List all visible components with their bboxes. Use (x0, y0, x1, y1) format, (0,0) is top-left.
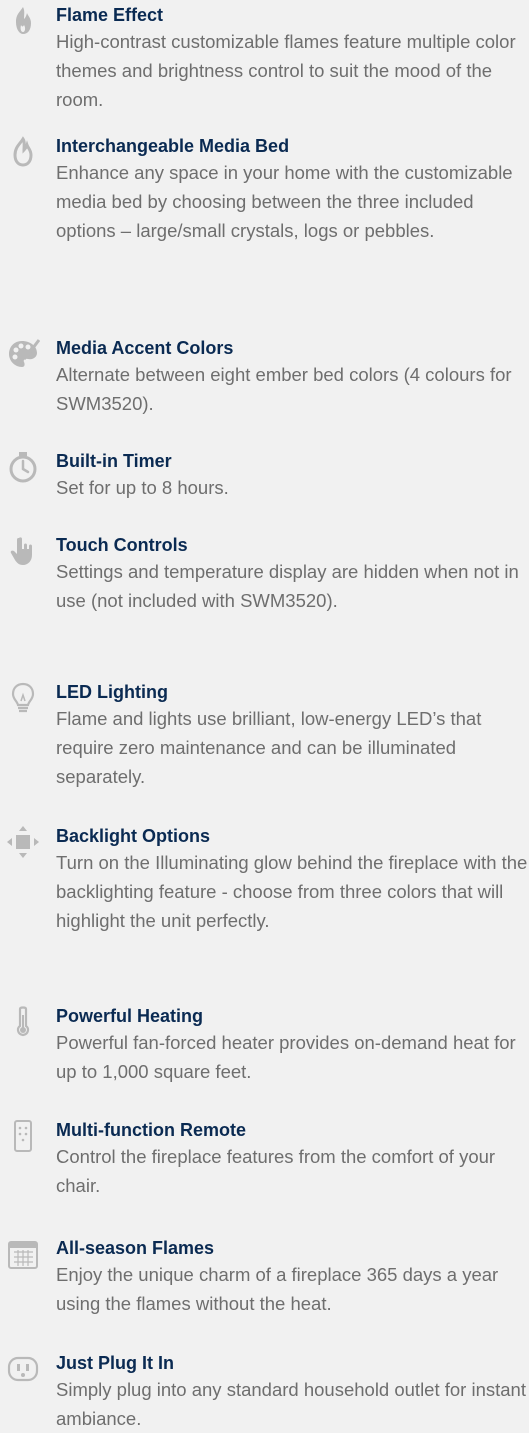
backlight-icon (6, 825, 40, 859)
touch-hand-icon (6, 534, 40, 568)
feature-description: Turn on the Illuminating glow behind the… (56, 852, 528, 931)
feature-description: Flame and lights use brilliant, low-ener… (56, 708, 482, 787)
media-bed-flame-icon (6, 135, 40, 169)
light-bulb-icon (6, 681, 40, 715)
feature-title: Backlight Options (56, 826, 211, 846)
feature-description: High-contrast customizable flames featur… (56, 31, 516, 110)
feature-description: Enjoy the unique charm of a fireplace 36… (56, 1264, 499, 1314)
feature-description: Simply plug into any standard household … (56, 1379, 526, 1429)
feature-title: Touch Controls (56, 535, 188, 555)
feature-description: Settings and temperature display are hid… (56, 561, 519, 611)
flame-icon (6, 4, 40, 38)
feature-title: Multi-function Remote (56, 1120, 246, 1140)
feature-title: Interchangeable Media Bed (56, 136, 290, 156)
feature-description: Set for up to 8 hours. (56, 477, 229, 498)
calendar-icon (6, 1237, 40, 1271)
feature-title: Powerful Heating (56, 1006, 204, 1026)
outlet-plug-icon (6, 1352, 40, 1386)
thermometer-icon (6, 1005, 40, 1039)
feature-description: Alternate between eight ember bed colors… (56, 364, 512, 414)
palette-icon (6, 337, 40, 371)
feature-description: Powerful fan-forced heater provides on-d… (56, 1032, 516, 1082)
feature-title: LED Lighting (56, 682, 168, 702)
timer-icon (6, 450, 40, 484)
feature-description: Control the fireplace features from the … (56, 1146, 496, 1196)
feature-title: Flame Effect (56, 5, 164, 25)
feature-description: Enhance any space in your home with the … (56, 162, 513, 241)
feature-title: Media Accent Colors (56, 338, 234, 358)
feature-title: All-season Flames (56, 1238, 215, 1258)
remote-control-icon (6, 1119, 40, 1153)
feature-title: Built-in Timer (56, 451, 172, 471)
feature-title: Just Plug It In (56, 1353, 175, 1373)
